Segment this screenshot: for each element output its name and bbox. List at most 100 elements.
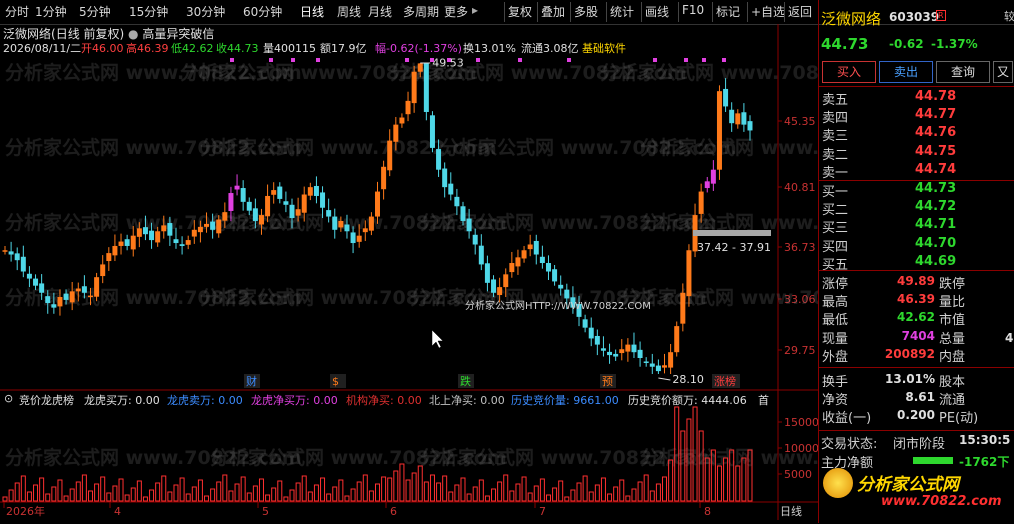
period-tab-6[interactable]: 日线 xyxy=(300,3,324,20)
candle-body xyxy=(704,181,710,189)
annotation-arrow xyxy=(658,377,671,381)
toolbar-button-0[interactable]: 复权 xyxy=(508,3,532,20)
period-tab-1[interactable]: 1分钟 xyxy=(35,3,67,20)
orderbook-row[interactable]: 买四 44.70 xyxy=(819,236,1014,255)
period-tab-2[interactable]: 5分钟 xyxy=(79,3,111,20)
indicator-value-6: 历史竞价额万: 4444.06 xyxy=(628,394,747,407)
candle-body xyxy=(338,220,344,228)
indicator-collapse-icon[interactable]: ⊙ xyxy=(4,392,13,405)
candle-body xyxy=(2,250,8,252)
info-volume: 量400115 xyxy=(263,42,316,55)
orderbook-label: 卖三 xyxy=(822,129,849,145)
signal-dot xyxy=(476,58,480,62)
toolbar-button-3[interactable]: 统计 xyxy=(610,3,634,20)
toolbar-button-7[interactable]: +自选 xyxy=(751,3,785,20)
toolbar-button-6[interactable]: 标记 xyxy=(716,3,740,20)
indicator-bar xyxy=(423,481,429,502)
candle-body xyxy=(161,225,167,232)
indicator-bar xyxy=(387,477,393,502)
indicator-bar xyxy=(338,479,344,502)
indicator-value-3: 机构净买: 0.00 xyxy=(346,394,422,407)
candle-body xyxy=(39,283,45,293)
buy-button[interactable]: 买入 xyxy=(822,61,876,83)
orderbook-price: 44.74 xyxy=(915,161,957,177)
toolbar-button-5[interactable]: F10 xyxy=(682,3,704,17)
candle-body xyxy=(45,296,51,304)
candle-body xyxy=(484,263,490,283)
candle-body xyxy=(643,361,649,363)
candle-body xyxy=(649,363,655,367)
period-tab-3[interactable]: 15分钟 xyxy=(129,3,168,20)
indicator-bar xyxy=(185,493,191,502)
stat-value: 7404 xyxy=(901,328,935,343)
more-arrow-icon[interactable]: ▸ xyxy=(472,3,478,17)
indicator-bar xyxy=(277,480,283,502)
candle-body xyxy=(8,251,14,255)
indicator-bar xyxy=(393,470,399,502)
indicator-bar xyxy=(466,493,472,502)
divider xyxy=(819,270,1014,271)
period-tab-7[interactable]: 周线 xyxy=(337,3,361,20)
orderbook-row[interactable]: 买二 44.72 xyxy=(819,199,1014,219)
stat-value: 13.01% xyxy=(885,372,935,386)
orderbook-row[interactable]: 买三 44.71 xyxy=(819,217,1014,236)
period-tab-0[interactable]: 分时 xyxy=(5,3,29,20)
candle-body xyxy=(655,365,661,372)
indicator-bar xyxy=(619,479,625,502)
toolbar-separator xyxy=(712,2,713,22)
stat-total-volume-partial: 4 xyxy=(1005,331,1014,345)
toolbar-button-4[interactable]: 画线 xyxy=(645,3,669,20)
signal-dot xyxy=(269,58,273,62)
candle-body xyxy=(429,115,435,148)
sell-button[interactable]: 卖出 xyxy=(879,61,933,83)
orderbook-label: 买二 xyxy=(822,203,849,219)
period-tab-5[interactable]: 60分钟 xyxy=(243,3,282,20)
formula-name: 高量异突破信 xyxy=(142,27,215,41)
orderbook-row[interactable]: 买一 44.73 xyxy=(819,181,1014,200)
more-button[interactable]: 又 xyxy=(993,61,1013,83)
stat-label-secondary: 股本 xyxy=(939,375,966,390)
date-axis-label: 5 xyxy=(262,505,269,518)
indicator-bar xyxy=(179,477,185,502)
indicator-bar xyxy=(234,483,240,502)
toolbar-separator xyxy=(537,2,538,22)
candle-body xyxy=(100,264,106,277)
orderbook-label: 买四 xyxy=(822,239,849,255)
indicator-bar xyxy=(307,491,313,502)
orderbook-row[interactable]: 卖三 44.76 xyxy=(819,125,1014,145)
orderbook-price: 44.76 xyxy=(915,125,957,141)
candle-body xyxy=(204,223,210,227)
candle-body xyxy=(252,208,258,221)
kline-chart-svg[interactable]: 45.3540.8136.7333.0629.75分析家公式网 www.7082… xyxy=(0,24,937,520)
price-axis-label: 40.81 xyxy=(784,181,816,194)
divider xyxy=(819,180,1014,181)
orderbook-row[interactable]: 卖五 44.78 xyxy=(819,89,1014,108)
signal-dot xyxy=(653,58,657,62)
indicator-bar xyxy=(222,474,228,502)
info-date: 2026/08/11/二 xyxy=(3,42,82,55)
stat-label-secondary: 总量 xyxy=(939,331,966,347)
candle-body xyxy=(94,277,100,297)
toolbar-button-2[interactable]: 多股 xyxy=(574,3,598,20)
trade-status-value: 闭市阶段 xyxy=(893,437,946,452)
indicator-bar xyxy=(570,489,576,502)
candle-body xyxy=(191,229,197,237)
info-high: 高46.39 xyxy=(126,42,169,55)
orderbook-row[interactable]: 卖四 44.77 xyxy=(819,107,1014,126)
query-button[interactable]: 查询 xyxy=(936,61,990,83)
signal-dot xyxy=(230,58,234,62)
candle-body xyxy=(63,293,69,300)
orderbook-row[interactable]: 卖二 44.75 xyxy=(819,144,1014,163)
period-tab-8[interactable]: 月线 xyxy=(368,3,392,20)
orderbook-row[interactable]: 卖一 44.74 xyxy=(819,161,1014,181)
period-tab-4[interactable]: 30分钟 xyxy=(186,3,225,20)
toolbar-separator xyxy=(678,2,679,22)
period-tab-10[interactable]: 更多 xyxy=(444,3,468,20)
toolbar-button-8[interactable]: 返回 xyxy=(788,3,812,20)
event-marker: 财 xyxy=(246,374,257,388)
toolbar-button-1[interactable]: 叠加 xyxy=(541,3,565,20)
candle-body xyxy=(442,168,448,188)
side-tab-label[interactable]: 较 xyxy=(1004,8,1014,24)
kline-chart-area[interactable]: 45.35 40.81 36.73 33.06 29.75 分析家公式网 www.7082… xyxy=(0,24,937,520)
period-tab-9[interactable]: 多周期 xyxy=(403,3,439,20)
